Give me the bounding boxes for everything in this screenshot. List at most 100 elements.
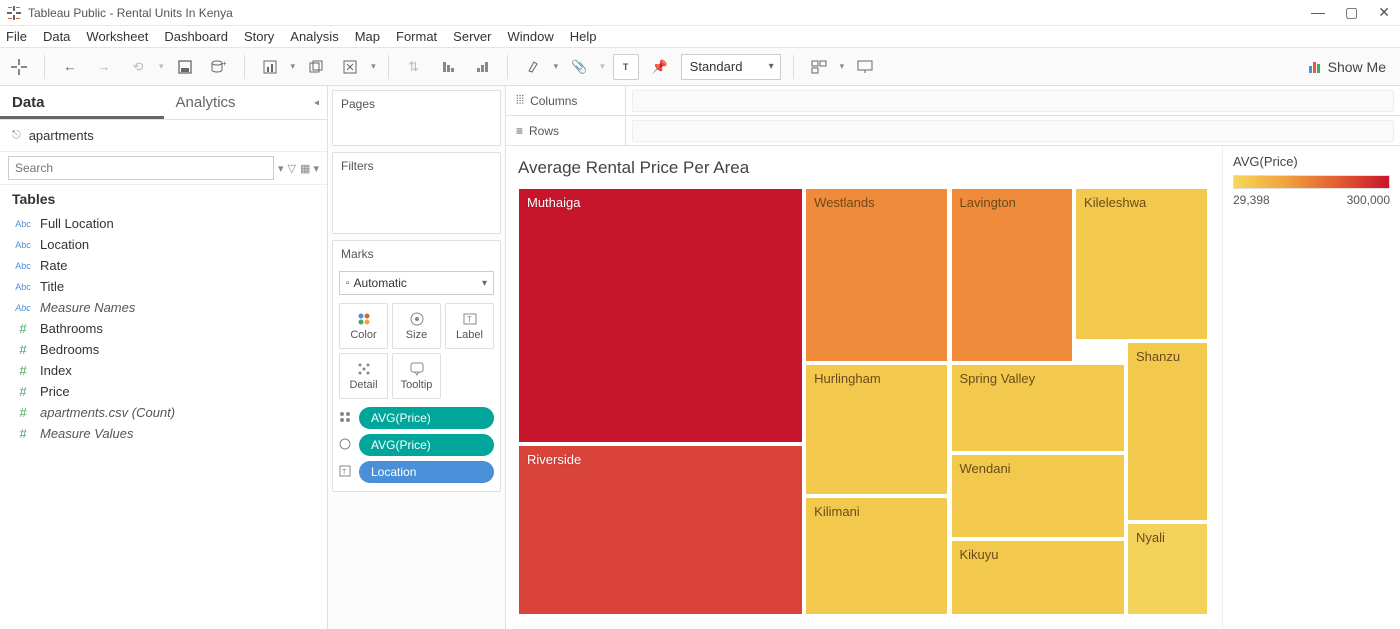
highlight-button[interactable] <box>520 54 546 80</box>
tableau-icon[interactable] <box>6 54 32 80</box>
field-measure-values[interactable]: #Measure Values <box>4 423 323 444</box>
attach-button[interactable]: 📎 <box>566 54 592 80</box>
menu-window[interactable]: Window <box>507 29 553 44</box>
minimize-button[interactable]: — <box>1311 4 1325 21</box>
treemap-cell-kikuyu[interactable]: Kikuyu <box>950 539 1126 616</box>
fit-value: Standard <box>690 59 743 74</box>
detail-card[interactable]: Detail <box>339 353 388 399</box>
fit-dropdown[interactable]: Standard ▾ <box>681 54 781 80</box>
maximize-button[interactable]: ▢ <box>1345 4 1358 21</box>
view-icon[interactable]: ▦ ▾ <box>300 162 319 175</box>
sort-desc-button[interactable] <box>469 54 495 80</box>
cards-button[interactable] <box>806 54 832 80</box>
mark-pill[interactable]: AVG(Price) <box>339 434 494 456</box>
menu-dashboard[interactable]: Dashboard <box>164 29 228 44</box>
string-field-icon: Abc <box>14 240 32 250</box>
legend-max: 300,000 <box>1347 193 1390 207</box>
treemap-cell-spring-valley[interactable]: Spring Valley <box>950 363 1126 453</box>
chevron-down-icon: ▾ <box>482 278 487 289</box>
treemap-cell-lavington[interactable]: Lavington <box>950 187 1075 363</box>
field-rate[interactable]: AbcRate <box>4 255 323 276</box>
pages-shelf[interactable]: Pages <box>332 90 501 146</box>
svg-text:+: + <box>222 60 227 68</box>
tab-analytics[interactable]: Analytics◂ <box>164 86 328 119</box>
new-data-button[interactable]: + <box>206 54 232 80</box>
mark-type-dropdown[interactable]: ▫ Automatic ▾ <box>339 271 494 295</box>
treemap-cell-shanzu[interactable]: Shanzu <box>1126 341 1209 521</box>
marks-card: Marks ▫ Automatic ▾ Color Size TLabel De… <box>332 240 501 492</box>
menu-format[interactable]: Format <box>396 29 437 44</box>
datasource-row[interactable]: ⎋ apartments <box>0 120 327 152</box>
mark-pill[interactable]: AVG(Price) <box>339 407 494 429</box>
field-price[interactable]: #Price <box>4 381 323 402</box>
field-location[interactable]: AbcLocation <box>4 234 323 255</box>
string-field-icon: Abc <box>14 219 32 229</box>
menu-help[interactable]: Help <box>570 29 597 44</box>
collapse-icon[interactable]: ◂ <box>314 97 319 108</box>
svg-text:T: T <box>342 469 347 476</box>
field-full-location[interactable]: AbcFull Location <box>4 213 323 234</box>
data-pane: Data Analytics◂ ⎋ apartments ▾ ▽ ▦ ▾ Tab… <box>0 86 328 629</box>
revert-button[interactable]: ⟲ <box>125 54 151 80</box>
treemap-cell-kilimani[interactable]: Kilimani <box>804 496 949 616</box>
string-field-icon: Abc <box>14 282 32 292</box>
new-worksheet-button[interactable] <box>257 54 283 80</box>
columns-shelf[interactable]: ⦙⦙⦙Columns <box>506 86 1400 116</box>
treemap-cell-riverside[interactable]: Riverside <box>517 444 804 616</box>
show-me-button[interactable]: Show Me <box>1308 59 1394 75</box>
tooltip-card[interactable]: Tooltip <box>392 353 441 399</box>
treemap-cell-kileleshwa[interactable]: Kileleshwa <box>1074 187 1209 341</box>
field-index[interactable]: #Index <box>4 360 323 381</box>
viz-title[interactable]: Average Rental Price Per Area <box>516 158 1210 178</box>
search-input[interactable] <box>8 156 274 180</box>
search-dropdown-icon[interactable]: ▾ <box>278 162 284 175</box>
tables-heading: Tables <box>0 185 327 213</box>
close-button[interactable]: ✕ <box>1378 4 1390 21</box>
filter-icon[interactable]: ▽ <box>288 162 296 175</box>
labels-button[interactable]: T <box>613 54 639 80</box>
color-card[interactable]: Color <box>339 303 388 349</box>
filters-shelf[interactable]: Filters <box>332 152 501 234</box>
treemap-cell-hurlingham[interactable]: Hurlingham <box>804 363 949 496</box>
field-apartments-csv-count-[interactable]: #apartments.csv (Count) <box>4 402 323 423</box>
field-title[interactable]: AbcTitle <box>4 276 323 297</box>
tab-data[interactable]: Data <box>0 86 164 119</box>
save-button[interactable] <box>172 54 198 80</box>
field-bedrooms[interactable]: #Bedrooms <box>4 339 323 360</box>
treemap-cell-wendani[interactable]: Wendani <box>950 453 1126 539</box>
treemap-cell-westlands[interactable]: Westlands <box>804 187 949 363</box>
clear-button[interactable] <box>337 54 363 80</box>
swap-button[interactable]: ⇅ <box>401 54 427 80</box>
menu-worksheet[interactable]: Worksheet <box>86 29 148 44</box>
pin-button[interactable]: 📌 <box>647 54 673 80</box>
undo-button[interactable]: ← <box>57 54 83 80</box>
treemap-cell-nyali[interactable]: Nyali <box>1126 522 1209 616</box>
menu-data[interactable]: Data <box>43 29 70 44</box>
label-icon: T <box>339 465 353 479</box>
menu-analysis[interactable]: Analysis <box>290 29 338 44</box>
tableau-logo-icon <box>6 5 22 21</box>
menu-file[interactable]: File <box>6 29 27 44</box>
canvas: ⦙⦙⦙Columns ≡Rows Average Rental Price Pe… <box>506 86 1400 629</box>
menu-map[interactable]: Map <box>355 29 380 44</box>
field-bathrooms[interactable]: #Bathrooms <box>4 318 323 339</box>
size-card[interactable]: Size <box>392 303 441 349</box>
field-measure-names[interactable]: AbcMeasure Names <box>4 297 323 318</box>
label-card[interactable]: TLabel <box>445 303 494 349</box>
number-field-icon: # <box>14 405 32 420</box>
size-icon <box>409 311 425 327</box>
color-legend[interactable]: AVG(Price) 29,398 300,000 <box>1222 146 1400 629</box>
treemap-cell-muthaiga[interactable]: Muthaiga <box>517 187 804 444</box>
mark-pill[interactable]: TLocation <box>339 461 494 483</box>
rows-shelf[interactable]: ≡Rows <box>506 116 1400 146</box>
number-field-icon: # <box>14 426 32 441</box>
duplicate-button[interactable] <box>303 54 329 80</box>
showme-icon <box>1308 60 1322 74</box>
menu-story[interactable]: Story <box>244 29 274 44</box>
treemap-chart[interactable]: MuthaigaRiversideWestlandsLavingtonKilel… <box>516 186 1210 617</box>
sort-asc-button[interactable] <box>435 54 461 80</box>
tooltip-icon <box>409 361 425 377</box>
presentation-button[interactable] <box>852 54 878 80</box>
redo-button[interactable]: → <box>91 54 117 80</box>
menu-server[interactable]: Server <box>453 29 491 44</box>
